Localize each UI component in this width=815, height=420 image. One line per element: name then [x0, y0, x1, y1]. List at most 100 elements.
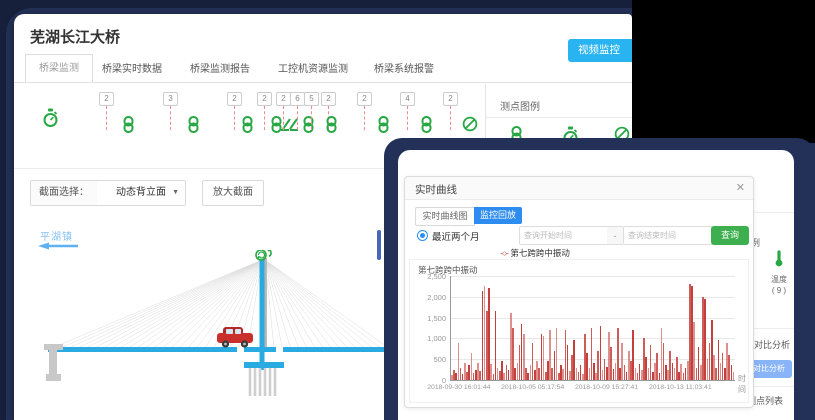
direction-label: 平湖镇	[40, 228, 73, 243]
frag-divider	[750, 328, 794, 329]
x-tick-label: 2018-09-30 16:01:44	[427, 384, 490, 391]
range-separator: -	[607, 226, 623, 245]
sensor-count-badge: 3	[163, 92, 178, 106]
enlarge-section-button[interactable]: 放大截面	[202, 180, 264, 206]
radio-last-two-months[interactable]	[417, 230, 428, 241]
bridge-schematic	[34, 250, 392, 408]
x-tick-label: 2018-10-09 15:27:41	[575, 384, 638, 391]
center-pier-hatch	[250, 368, 275, 396]
sensor-count-badge: 2	[357, 92, 372, 106]
section-select-label: 截面选择：	[31, 181, 97, 205]
section-select-dropdown[interactable]: 动态背立面 ▼	[97, 181, 185, 205]
frag-divider	[750, 386, 794, 387]
link-icon[interactable]	[302, 116, 315, 138]
point-legend-title: 测点图例	[500, 98, 540, 113]
sensor-dash-line	[283, 106, 284, 130]
sensor-count-badge: 2	[227, 92, 242, 106]
legend-marker-icon: -○-	[500, 248, 508, 258]
center-pier-cap	[244, 362, 284, 368]
radio-label: 最近两个月	[432, 229, 480, 243]
link-icon[interactable]	[420, 116, 433, 138]
tower-top-sensor-icon	[256, 250, 271, 260]
temperature-count: ( 9 )	[766, 286, 792, 295]
sensor-count-badge: 2	[99, 92, 114, 106]
deck-gap	[237, 347, 244, 352]
sensor-dash-line	[407, 106, 408, 130]
link-icon[interactable]	[187, 116, 200, 138]
screenshot-stage: 芜湖长江大桥 桥梁监测 桥梁实时数据 桥梁监测报告 工控机资源监测 桥梁系统报警…	[0, 0, 815, 420]
frag-divider	[750, 212, 794, 213]
sensor-count-badge: 4	[400, 92, 415, 106]
black-region	[632, 0, 815, 143]
thermometer-icon	[774, 250, 784, 268]
tab-ipc-resource[interactable]: 工控机资源监测	[278, 60, 348, 75]
tab-system-alarm[interactable]: 桥梁系统报警	[374, 60, 434, 75]
chevron-down-icon: ▼	[172, 181, 179, 205]
link-icon[interactable]	[122, 116, 135, 138]
x-tick-label: 2018-10-13 11:03:41	[649, 384, 712, 391]
sensor-dash-line	[450, 106, 451, 130]
section-select-group: 截面选择： 动态背立面 ▼	[30, 180, 186, 206]
temperature-label: 温度	[766, 274, 792, 285]
link-icon[interactable]	[241, 116, 254, 138]
panel-divider	[485, 84, 486, 140]
sensor-count-badge: 2	[443, 92, 458, 106]
scrollbar-thumb[interactable]	[377, 230, 381, 260]
y-tick-label: 1,500	[412, 314, 446, 323]
sensor-dash-line	[264, 106, 265, 130]
query-start-input[interactable]	[519, 226, 609, 245]
link-icon[interactable]	[377, 116, 390, 138]
close-icon[interactable]: ✕	[736, 181, 745, 194]
sensor-count-badge: 2	[276, 92, 291, 106]
bridge-deck	[48, 347, 392, 352]
section-select-value: 动态背立面	[116, 187, 166, 198]
sensor-dash-line	[297, 106, 298, 130]
point-legend-divider	[485, 117, 632, 118]
sensor-dash-line	[170, 106, 171, 130]
video-monitor-button[interactable]: 视频监控	[568, 39, 632, 62]
temperature-item[interactable]: 温度 ( 9 )	[766, 250, 792, 295]
ban-icon[interactable]	[462, 116, 478, 137]
sensor-count-badge: 5	[304, 92, 319, 106]
stopwatch-icon[interactable]	[42, 108, 59, 133]
x-axis-title: 时间	[738, 373, 748, 395]
sensor-strip: 23222652242	[14, 84, 485, 140]
sensor-dash-line	[311, 106, 312, 130]
overlay-window: 图例 温度 ( 9 ) 对比分析 对比分析 监测点列表 实时曲线 ✕ 实时曲线图	[398, 150, 794, 420]
car	[217, 327, 253, 348]
chart-legend[interactable]: -○- 第七跨跨中振动	[405, 247, 665, 259]
sensor-count-badge: 2	[321, 92, 336, 106]
main-tabbar: 桥梁监测 桥梁实时数据 桥梁监测报告 工控机资源监测 桥梁系统报警	[14, 54, 632, 83]
deck-gap	[276, 347, 283, 352]
bridge-tower	[260, 258, 265, 370]
y-tick-label: 500	[412, 355, 446, 364]
sensor-dash-line	[364, 106, 365, 130]
sensor-dash-line	[106, 106, 107, 130]
chart-plot-area	[450, 276, 735, 381]
chart-bar	[733, 372, 735, 380]
tab-realtime-curve[interactable]: 实时曲线图	[415, 207, 475, 226]
left-arrow-icon	[36, 242, 80, 250]
sensor-count-badge: 2	[257, 92, 272, 106]
tab-monitor-playback[interactable]: 监控回放	[474, 207, 522, 224]
sensor-dash-line	[234, 106, 235, 130]
overlay-window-frame: 图例 温度 ( 9 ) 对比分析 对比分析 监测点列表 实时曲线 ✕ 实时曲线图	[384, 138, 815, 420]
chart-gridline	[451, 276, 735, 277]
bridge-mast-gray	[265, 258, 267, 347]
compare-analysis-title: 对比分析	[754, 338, 790, 351]
realtime-curve-dialog: 实时曲线 ✕ 实时曲线图 监控回放 最近两个月 - 查询 -○- 第七跨跨中振动…	[404, 176, 754, 408]
link-icon[interactable]	[325, 116, 338, 138]
dialog-title: 实时曲线	[415, 182, 457, 197]
left-pier	[44, 344, 63, 381]
query-button[interactable]: 查询	[711, 226, 749, 245]
legend-label: 第七跨跨中振动	[510, 248, 570, 258]
y-tick-label: 1,000	[412, 334, 446, 343]
page-title: 芜湖长江大桥	[30, 26, 120, 47]
tab-bridge-monitor[interactable]: 桥梁监测	[25, 54, 93, 82]
x-tick-label: 2018-10-05 05:17:54	[501, 384, 564, 391]
query-end-input[interactable]	[623, 226, 713, 245]
tab-realtime-data[interactable]: 桥梁实时数据	[102, 60, 162, 75]
y-tick-label: 2,000	[412, 293, 446, 302]
tab-monitor-report[interactable]: 桥梁监测报告	[190, 60, 250, 75]
y-tick-label: 2,500	[412, 272, 446, 281]
